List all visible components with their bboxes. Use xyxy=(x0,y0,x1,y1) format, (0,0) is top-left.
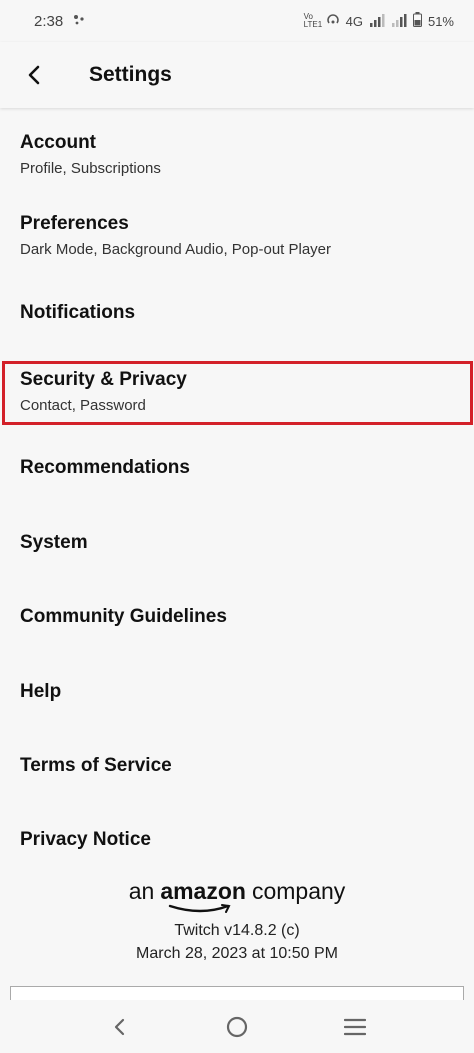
version-text: Twitch v14.8.2 (c) xyxy=(174,922,300,939)
battery-level: 51% xyxy=(427,13,454,29)
page-title: Settings xyxy=(89,63,172,86)
settings-item-system[interactable]: System xyxy=(0,532,474,554)
settings-item-preferences[interactable]: Preferences Dark Mode, Background Audio,… xyxy=(0,213,474,258)
status-right: Vo LTE1 4G 51% xyxy=(304,12,454,30)
company-prefix: an xyxy=(128,878,155,904)
home-circle-icon xyxy=(226,1016,248,1037)
settings-item-subtitle: Profile, Subscriptions xyxy=(20,160,161,177)
settings-item-label: Account xyxy=(20,132,96,153)
company-suffix: company xyxy=(251,878,346,904)
settings-item-label: Notifications xyxy=(20,302,136,323)
settings-item-subtitle: Dark Mode, Background Audio, Pop-out Pla… xyxy=(20,241,332,258)
back-arrow-icon xyxy=(114,1018,125,1035)
company-brand: amazon xyxy=(160,878,246,913)
amazon-company-logo: an amazon company xyxy=(128,878,346,913)
settings-item-label: Help xyxy=(20,681,62,702)
volte-label: Vo LTE1 xyxy=(303,12,323,29)
footer: an amazon company Twitch v14.8.2 (c) Mar… xyxy=(0,878,474,965)
battery-icon xyxy=(412,12,422,30)
settings-item-recommendations[interactable]: Recommendations xyxy=(0,457,474,479)
settings-item-label: Recommendations xyxy=(20,457,190,478)
amazon-smile-icon xyxy=(169,904,231,913)
settings-item-label: Privacy Notice xyxy=(20,829,151,850)
settings-item-label: Terms of Service xyxy=(20,755,172,776)
settings-item-privacy-notice[interactable]: Privacy Notice xyxy=(0,829,474,851)
settings-item-notifications[interactable]: Notifications xyxy=(0,302,474,324)
nav-recents-button[interactable] xyxy=(335,1007,375,1047)
status-left: 2:38 xyxy=(34,13,85,30)
settings-item-label: Community Guidelines xyxy=(20,606,227,627)
back-button[interactable] xyxy=(14,55,54,95)
hotspot-icon xyxy=(326,13,340,30)
settings-item-label: System xyxy=(20,532,88,553)
nav-back-button[interactable] xyxy=(99,1007,139,1047)
settings-item-label: Preferences xyxy=(20,213,129,234)
company-brand-text: amazon xyxy=(160,878,246,904)
signal-icon xyxy=(369,13,385,30)
system-nav-bar xyxy=(0,1000,474,1053)
signal-2-icon xyxy=(391,13,407,30)
settings-item-terms-of-service[interactable]: Terms of Service xyxy=(0,755,474,777)
app-header: Settings xyxy=(0,42,474,108)
assistant-dots-icon xyxy=(73,13,85,30)
network-type: 4G xyxy=(345,13,363,29)
settings-item-subtitle: Contact, Password xyxy=(20,397,146,414)
settings-item-label: Security & Privacy xyxy=(20,369,187,390)
nav-home-button[interactable] xyxy=(217,1007,257,1047)
chevron-left-icon xyxy=(28,65,40,85)
menu-lines-icon xyxy=(344,1018,366,1035)
status-time: 2:38 xyxy=(34,12,64,30)
settings-item-security-privacy[interactable]: Security & Privacy Contact, Password xyxy=(0,369,474,414)
version-info: Twitch v14.8.2 (c) March 28, 2023 at 10:… xyxy=(0,919,474,965)
settings-item-help[interactable]: Help xyxy=(0,681,474,703)
settings-item-community-guidelines[interactable]: Community Guidelines xyxy=(0,606,474,628)
status-bar: 2:38 Vo LTE1 4G 51% xyxy=(0,0,474,42)
build-date: March 28, 2023 at 10:50 PM xyxy=(136,945,338,962)
settings-item-account[interactable]: Account Profile, Subscriptions xyxy=(0,132,474,177)
